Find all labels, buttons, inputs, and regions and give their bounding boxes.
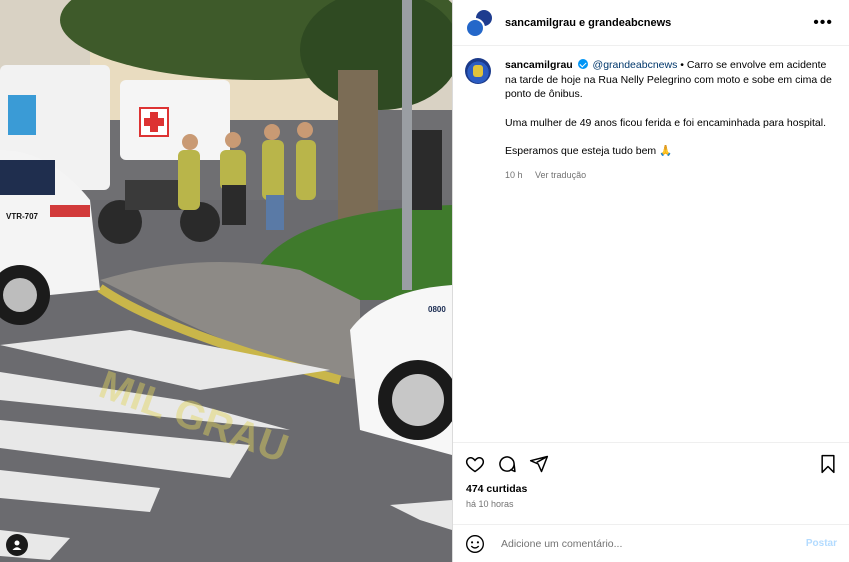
post-header: sancamilgrau e grandeabcnews ••• xyxy=(453,0,849,46)
heart-icon[interactable] xyxy=(465,454,485,474)
translate-link[interactable]: Ver tradução xyxy=(535,170,586,180)
share-icon[interactable] xyxy=(529,454,549,474)
comment-icon[interactable] xyxy=(497,454,517,474)
user-tag-icon xyxy=(12,540,22,550)
comment-bar: Postar xyxy=(453,524,849,562)
caption-author[interactable]: sancamilgrau xyxy=(505,59,573,71)
caption-paragraph: Uma mulher de 49 anos ficou ferida e foi… xyxy=(505,116,827,129)
likes-count[interactable]: 474 curtidas xyxy=(453,475,849,495)
caption-paragraph: Esperamos que esteja tudo bem 🙏 xyxy=(505,145,673,157)
bookmark-icon[interactable] xyxy=(819,454,837,474)
avatar xyxy=(465,17,485,38)
comment-input[interactable] xyxy=(499,536,806,551)
verified-icon xyxy=(577,59,588,69)
more-options-icon[interactable]: ••• xyxy=(809,14,837,32)
post-photo[interactable]: VTR-707 0800 MIL GRAU xyxy=(0,0,452,562)
accident-scene-image xyxy=(0,0,452,562)
post-comment-button[interactable]: Postar xyxy=(806,538,837,549)
post-panel: sancamilgrau e grandeabcnews ••• sancami… xyxy=(452,0,849,562)
post-author-names[interactable]: sancamilgrau e grandeabcnews xyxy=(505,17,809,29)
emoji-icon[interactable] xyxy=(465,534,485,554)
mention-link[interactable]: @grandeabcnews xyxy=(593,59,678,71)
post-time: 10 h xyxy=(505,169,523,180)
collab-avatars[interactable] xyxy=(465,7,494,38)
car-text: 0800 xyxy=(428,305,446,314)
actions-section: 474 curtidas há 10 horas xyxy=(453,442,849,509)
vehicle-plate: VTR-707 xyxy=(5,212,38,221)
user-tag-button[interactable] xyxy=(6,534,28,556)
post-caption: sancamilgrau @grandeabcnews • Carro se e… xyxy=(465,58,837,182)
post-timestamp: há 10 horas xyxy=(466,499,514,509)
avatar[interactable] xyxy=(465,58,491,84)
